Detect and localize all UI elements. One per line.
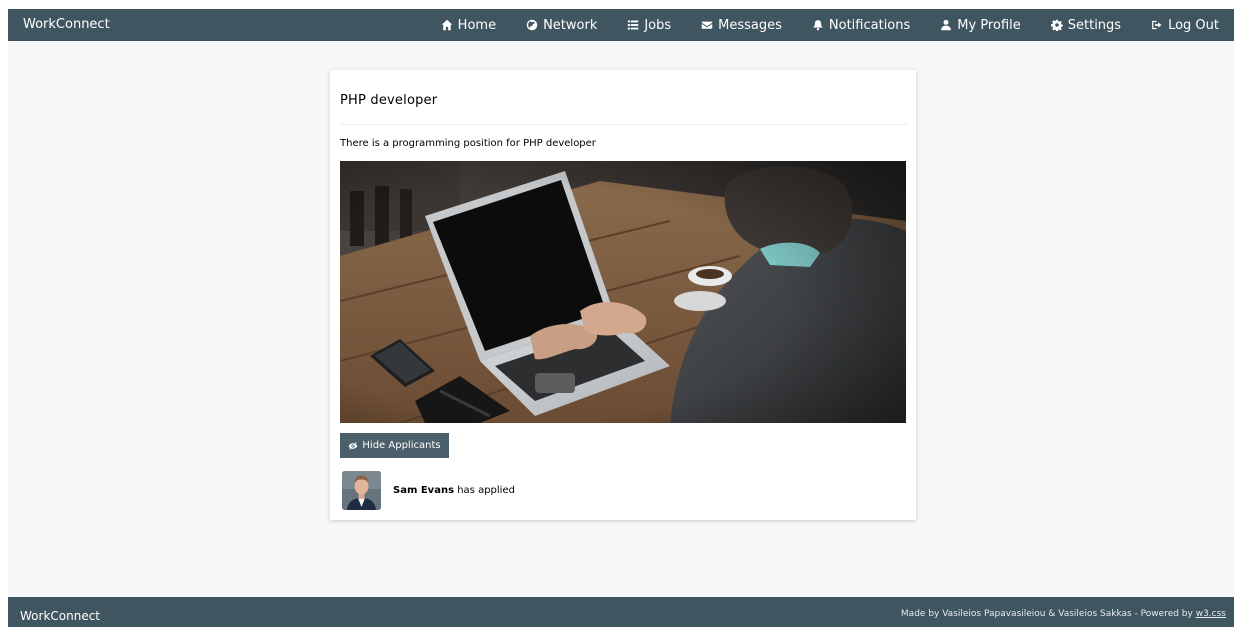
eye-slash-icon [348,441,358,451]
envelope-icon [701,19,713,31]
job-title: PHP developer [340,93,438,108]
globe-icon [526,19,538,31]
applicant-status: has applied [457,484,515,496]
nav-log-out[interactable]: Log Out [1136,9,1234,41]
user-icon [940,19,952,31]
divider [340,124,908,125]
nav-jobs[interactable]: Jobs [612,9,686,41]
hide-applicants-button[interactable]: Hide Applicants [340,433,449,458]
nav-settings[interactable]: Settings [1036,9,1136,41]
job-description: There is a programming position for PHP … [340,138,596,149]
nav-home-label: Home [457,17,497,33]
hide-applicants-label: Hide Applicants [362,440,441,451]
brand-logo[interactable]: WorkConnect [23,17,110,32]
nav-my-profile-label: My Profile [957,17,1021,33]
nav-menu: Home Network Jobs Messages Notifications… [426,9,1234,41]
w3css-link[interactable]: w3.css [1196,609,1226,619]
footer-credit: Made by Vasileios Papavasileiou & Vasile… [901,609,1226,619]
applicant-text: Sam Evans has applied [393,485,515,496]
job-image [340,161,906,423]
avatar[interactable] [342,470,381,510]
nav-notifications-label: Notifications [828,17,911,33]
applicant-name[interactable]: Sam Evans [393,485,454,496]
footer: WorkConnect Made by Vasileios Papavasile… [8,597,1234,627]
top-navbar: WorkConnect Home Network Jobs Messages N… [8,9,1234,41]
bell-icon [812,19,824,31]
gear-icon [1050,19,1063,31]
list-icon [627,19,639,31]
nav-notifications[interactable]: Notifications [797,9,925,41]
footer-credit-text: Made by Vasileios Papavasileiou & Vasile… [900,609,1193,619]
nav-messages[interactable]: Messages [686,9,797,41]
nav-home[interactable]: Home [426,9,511,41]
page: WorkConnect Home Network Jobs Messages N… [8,9,1234,627]
nav-settings-label: Settings [1067,17,1122,33]
nav-jobs-label: Jobs [644,17,672,33]
footer-brand: WorkConnect [20,609,101,623]
nav-messages-label: Messages [718,17,782,33]
job-post-card: PHP developer There is a programming pos… [330,70,916,520]
home-icon [441,19,453,31]
nav-log-out-label: Log Out [1168,17,1219,33]
nav-my-profile[interactable]: My Profile [925,9,1035,41]
sign-out-icon [1151,19,1163,31]
applicant-item: Sam Evans has applied [342,470,515,510]
nav-network-label: Network [543,17,598,33]
nav-network[interactable]: Network [511,9,612,41]
